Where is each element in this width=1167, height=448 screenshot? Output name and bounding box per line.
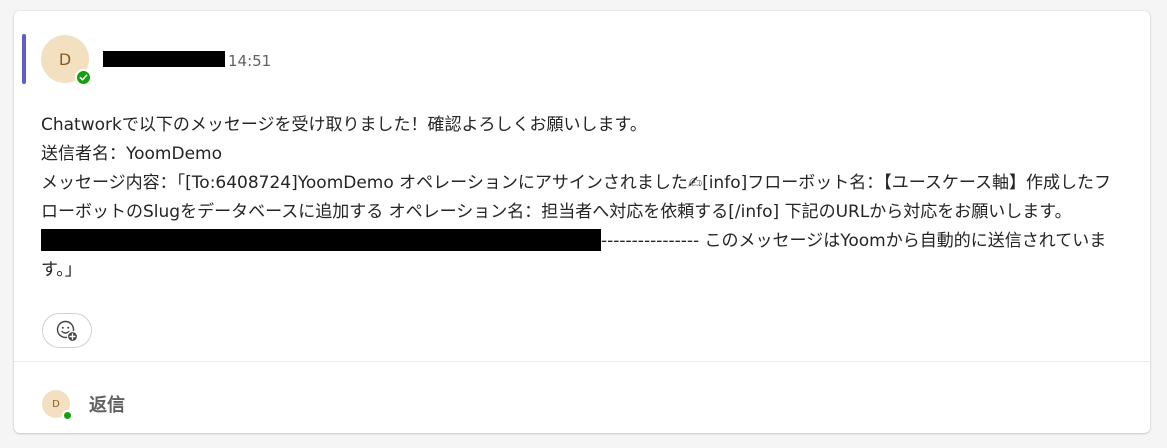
message-card: D 14:51 Chatworkで以下のメッセージを受け取りました！確認よろしく…: [14, 11, 1150, 433]
url-redacted: [41, 229, 601, 251]
message-line-3: メッセージ内容：「[To:6408724]YoomDemo オペレーションにアサ…: [41, 169, 1121, 227]
message-line-2: 送信者名：YoomDemo: [41, 144, 222, 164]
add-reaction-icon: [56, 320, 79, 342]
sender-avatar[interactable]: D: [41, 35, 92, 86]
presence-available-icon: [75, 69, 92, 86]
reply-avatar-initial: D: [52, 398, 60, 410]
add-reaction-button[interactable]: [42, 313, 92, 348]
reply-button[interactable]: D 返信: [42, 389, 125, 421]
reply-divider: [14, 361, 1150, 362]
avatar-initial: D: [58, 49, 72, 69]
reply-presence-icon: [62, 410, 73, 421]
message-content-text: メッセージ内容：「[To:6408724]YoomDemo オペレーションにアサ…: [41, 173, 688, 193]
reply-label: 返信: [89, 395, 125, 416]
message-line-4: ---------------- このメッセージはYoomから自動的に送信されて…: [41, 227, 1121, 285]
reply-avatar: D: [42, 390, 73, 421]
checkmark-icon: [79, 74, 88, 81]
writing-hand-emoji: ✍: [687, 173, 703, 193]
message-body: Chatworkで以下のメッセージを受け取りました！確認よろしくお願いします。 …: [41, 111, 1121, 285]
sender-name-redacted: [103, 51, 225, 67]
unread-accent-bar: [22, 34, 26, 84]
message-line-1: Chatworkで以下のメッセージを受け取りました！確認よろしくお願いします。: [41, 115, 647, 135]
message-timestamp: 14:51: [228, 52, 272, 70]
